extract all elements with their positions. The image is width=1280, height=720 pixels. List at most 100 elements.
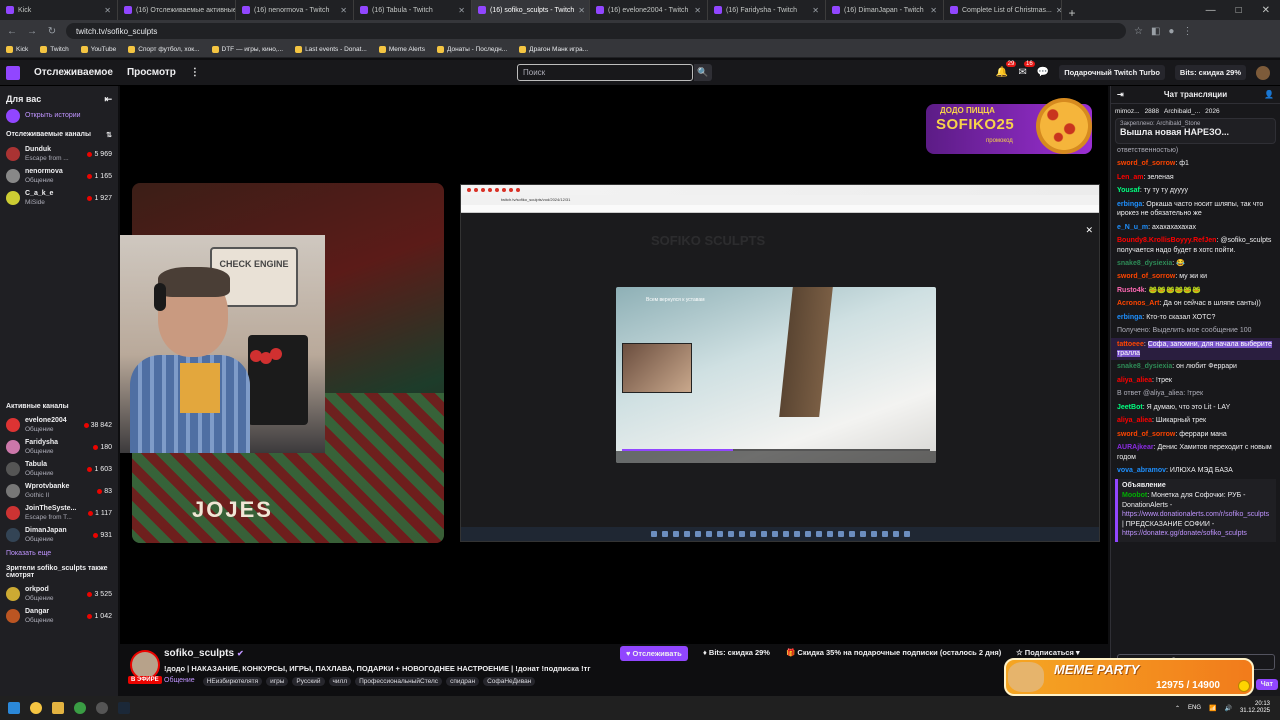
- bookmark-item[interactable]: Twitch: [40, 46, 69, 53]
- search-input[interactable]: Поиск: [517, 64, 693, 81]
- chat-username[interactable]: sword_of_sorrow: [1117, 431, 1175, 438]
- sidebar-channel[interactable]: orkpod Общение 3 525: [0, 583, 118, 605]
- donationalerts-link[interactable]: https://www.donationalerts.com/r/sofiko_…: [1122, 511, 1269, 518]
- chat-username[interactable]: vova_abramov: [1117, 467, 1166, 474]
- bits-button[interactable]: ♦ Bits: скидка 29%: [703, 648, 770, 657]
- whispers-icon[interactable]: 💬: [1037, 67, 1049, 78]
- language-indicator[interactable]: ENG: [1188, 705, 1201, 711]
- chat-username[interactable]: snake8_dysiexia: [1117, 363, 1172, 370]
- top-gifter-item[interactable]: mimoz...: [1115, 108, 1140, 115]
- twitch-logo-icon[interactable]: [6, 65, 20, 80]
- menu-icon[interactable]: ⋮: [1182, 26, 1192, 37]
- chat-username[interactable]: erbinga: [1117, 201, 1142, 208]
- user-avatar[interactable]: [1256, 65, 1270, 80]
- chat-username[interactable]: aliya_aliea: [1117, 377, 1152, 384]
- network-icon[interactable]: 📶: [1209, 705, 1216, 712]
- notifications-icon[interactable]: 🔔 29: [996, 61, 1017, 78]
- stream-category[interactable]: Общение: [164, 677, 195, 686]
- browser-tab[interactable]: (16) Faridysha - Twitch ✕: [708, 0, 826, 20]
- sidebar-channel[interactable]: Dunduk Escape from ... 5 969: [0, 143, 118, 165]
- forward-icon[interactable]: →: [26, 26, 38, 37]
- search-icon[interactable]: 🔍: [694, 64, 712, 81]
- follow-button[interactable]: ♥ Отслеживать: [620, 646, 688, 661]
- bookmark-item[interactable]: Last events - Donat...: [295, 46, 367, 53]
- chat-username[interactable]: Rusto4k: [1117, 287, 1145, 294]
- stream-tag[interactable]: СофаНеДиван: [483, 677, 536, 686]
- browser-tab[interactable]: Kick ✕: [0, 0, 118, 20]
- stream-tag[interactable]: чилл: [328, 677, 352, 686]
- bookmark-item[interactable]: Kick: [6, 46, 28, 53]
- tab-close-icon[interactable]: ✕: [812, 6, 819, 15]
- chat-username[interactable]: JeetBot: [1117, 404, 1143, 411]
- browser-tab[interactable]: (16) sofiko_sculpts - Twitch ✕: [472, 0, 590, 20]
- chat-username[interactable]: AURAjkear: [1117, 444, 1154, 451]
- show-more-link[interactable]: Показать еще: [0, 546, 118, 561]
- collapse-sidebar-icon[interactable]: ⇤: [104, 94, 112, 105]
- collapse-chat-icon[interactable]: ⇥: [1117, 90, 1124, 99]
- windows-start-icon[interactable]: [8, 702, 20, 714]
- bookmark-item[interactable]: Спорт футбол, хок...: [128, 46, 200, 53]
- bookmark-item[interactable]: Донаты - Последн...: [436, 46, 507, 53]
- tab-close-icon[interactable]: ✕: [694, 6, 701, 15]
- nav-following[interactable]: Отслеживаемое: [34, 67, 113, 78]
- tab-close-icon[interactable]: ✕: [578, 6, 585, 15]
- highlight-user[interactable]: tattoeee: [1117, 341, 1144, 348]
- chat-username[interactable]: Yousaf: [1117, 187, 1140, 194]
- bookmark-item[interactable]: Meme Alerts: [378, 46, 425, 53]
- tray-arrow-icon[interactable]: ⌃: [1175, 705, 1180, 712]
- chat-username[interactable]: e_N_u_m: [1117, 224, 1148, 231]
- chat-username[interactable]: erbinga: [1117, 314, 1142, 321]
- pinned-message[interactable]: Закреплено: Archibald_Stone Вышла новая …: [1115, 118, 1276, 144]
- browser-tab[interactable]: (16) Tabula - Twitch ✕: [354, 0, 472, 20]
- reload-icon[interactable]: ↻: [46, 26, 58, 37]
- open-stories-item[interactable]: Открыть истории: [0, 105, 118, 127]
- sort-icon[interactable]: ⇅: [106, 131, 112, 139]
- sidebar-channel[interactable]: Tabula Общение 1 603: [0, 458, 118, 480]
- sidebar-channel[interactable]: DimanJapan Общение 931: [0, 524, 118, 546]
- sidebar-channel[interactable]: C_a_k_e MiSide 1 927: [0, 187, 118, 209]
- sidebar-channel[interactable]: nenormova Общение 1 165: [0, 165, 118, 187]
- sidebar-channel[interactable]: JoinTheSyste... Escape from T... 1 117: [0, 502, 118, 524]
- volume-icon[interactable]: 🔊: [1224, 705, 1231, 712]
- announce-user[interactable]: Moobot: [1122, 492, 1147, 499]
- maximize-button[interactable]: □: [1236, 5, 1242, 16]
- video-player[interactable]: JOJES CHECK ENGINE twitch.tv/sofiko_scul…: [120, 86, 1108, 644]
- stream-tag[interactable]: ПрофессиональныйСтелс: [355, 677, 443, 686]
- tab-close-icon[interactable]: ✕: [340, 6, 347, 15]
- bookmark-item[interactable]: YouTube: [80, 46, 116, 53]
- nav-more-icon[interactable]: ⋮: [190, 67, 200, 78]
- browser-tab[interactable]: Complete List of Christmas... ✕: [944, 0, 1062, 20]
- tab-close-icon[interactable]: ✕: [930, 6, 937, 15]
- gift-turbo-button[interactable]: Подарочный Twitch Turbo: [1059, 65, 1165, 80]
- steam-icon[interactable]: [118, 702, 130, 714]
- new-tab-button[interactable]: +: [1062, 6, 1082, 20]
- sidebar-channel[interactable]: Wprotvbanke Gothic II 83: [0, 480, 118, 502]
- profile-icon[interactable]: ●: [1168, 26, 1174, 37]
- gift-subs-button[interactable]: 🎁 Скидка 35% на подарочные подписки (ост…: [786, 648, 1001, 657]
- chat-username[interactable]: snake8_dysiexia: [1117, 260, 1172, 267]
- minimize-button[interactable]: —: [1206, 5, 1216, 16]
- chat-username[interactable]: sword_of_sorrow: [1117, 160, 1175, 167]
- bookmark-item[interactable]: DTF — игры, кино,...: [211, 46, 283, 53]
- donatex-link[interactable]: https://donatex.gg/donate/sofiko_sculpts: [1122, 530, 1247, 537]
- tab-close-icon[interactable]: ✕: [458, 6, 465, 15]
- chat-users-icon[interactable]: 👤: [1264, 90, 1274, 99]
- top-gifter-item[interactable]: 2026: [1205, 108, 1219, 115]
- chrome-icon[interactable]: [74, 702, 86, 714]
- yandex-icon[interactable]: [30, 702, 42, 714]
- top-gifter-item[interactable]: 2888: [1145, 108, 1159, 115]
- sidebar-channel[interactable]: evelone2004 Общение 38 842: [0, 414, 118, 436]
- obs-icon[interactable]: [96, 702, 108, 714]
- browser-tab[interactable]: (16) evelone2004 - Twitch ✕: [590, 0, 708, 20]
- chat-username[interactable]: Boundy8.KrollisBoyyy.RefJen: [1117, 237, 1216, 244]
- bits-discount-button[interactable]: Bits: скидка 29%: [1174, 65, 1246, 80]
- chat-username[interactable]: aliya_aliea: [1117, 417, 1152, 424]
- close-window-button[interactable]: ✕: [1262, 5, 1270, 16]
- inbox-icon[interactable]: ✉ 16: [1018, 61, 1035, 78]
- back-icon[interactable]: ←: [6, 26, 18, 37]
- subscribe-button[interactable]: ☆ Подписаться ▾: [1016, 648, 1080, 657]
- browser-tab[interactable]: (16) Отслеживаемые активные...✕: [118, 0, 236, 20]
- bookmark-star-icon[interactable]: ☆: [1134, 26, 1143, 37]
- stream-tag[interactable]: НЕизбирютелятя: [202, 677, 263, 686]
- chat-send-button[interactable]: Чат: [1255, 679, 1278, 690]
